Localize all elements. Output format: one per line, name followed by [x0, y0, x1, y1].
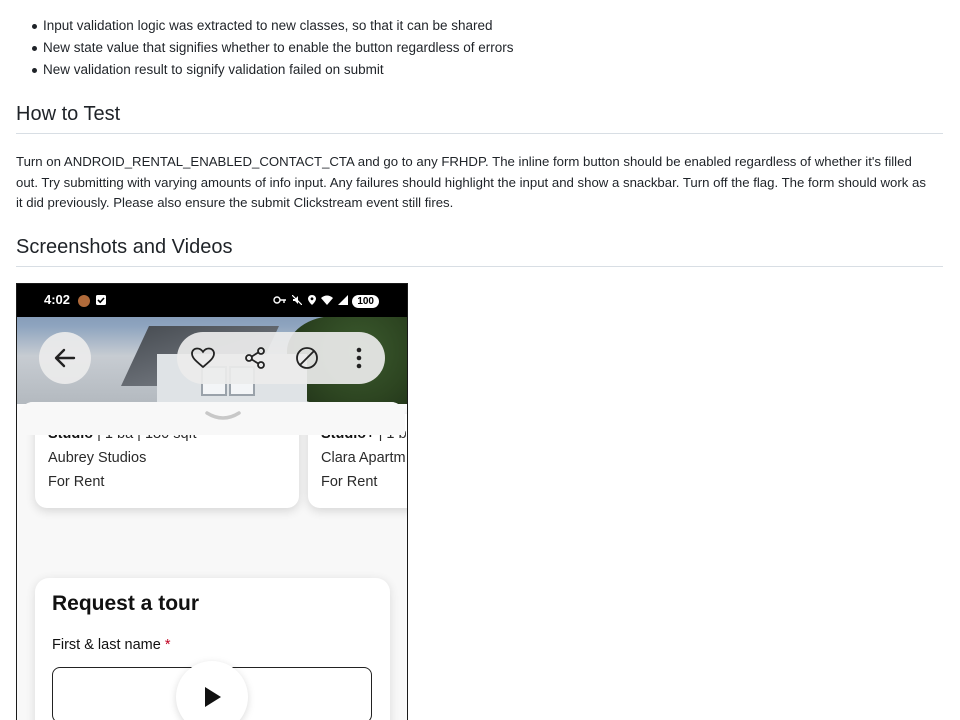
favorite-button[interactable] — [189, 344, 217, 372]
block-icon — [296, 347, 318, 369]
check-icon — [96, 295, 106, 305]
battery-level: 100 — [352, 295, 379, 308]
heart-icon — [191, 347, 215, 369]
listing-actions — [177, 332, 385, 384]
list-item: New validation result to signify validat… — [16, 59, 514, 81]
required-marker: * — [164, 637, 171, 653]
notification-icon — [78, 295, 90, 307]
key-icon — [273, 296, 286, 304]
screenshots-heading: Screenshots and Videos — [16, 236, 943, 267]
listing-name: Aubrey Studios — [48, 450, 147, 466]
signal-icon — [338, 295, 348, 305]
listing-status: For Rent — [48, 474, 105, 490]
arrow-left-icon — [54, 348, 76, 368]
how-to-test-heading: How to Test — [16, 103, 943, 134]
hide-listing-button[interactable] — [293, 344, 321, 372]
status-bar: 4:02 100 — [17, 284, 407, 317]
tour-form-title: Request a tour — [52, 592, 200, 615]
status-time: 4:02 — [44, 292, 71, 307]
change-list: Input validation logic was extracted to … — [16, 15, 514, 81]
listing-name: Clara Apartm — [321, 450, 406, 466]
location-icon — [308, 295, 316, 305]
list-item: Input validation logic was extracted to … — [16, 15, 514, 37]
phone-screenshot: 4:02 100 Studio | 1 ba | 180 sqft Aubrey… — [16, 283, 408, 720]
mute-icon — [292, 295, 302, 305]
more-button[interactable] — [345, 344, 373, 372]
list-item: New state value that signifies whether t… — [16, 37, 514, 59]
name-field-label: First & last name * — [52, 637, 171, 653]
wifi-icon — [321, 295, 333, 305]
share-icon — [245, 347, 265, 369]
sheet-handle-icon[interactable] — [205, 411, 241, 423]
listing-status: For Rent — [321, 474, 378, 490]
share-button[interactable] — [241, 344, 269, 372]
back-button[interactable] — [39, 332, 91, 384]
play-icon — [205, 687, 221, 707]
how-to-test-text: Turn on ANDROID_RENTAL_ENABLED_CONTACT_C… — [16, 154, 926, 210]
more-vertical-icon — [356, 347, 362, 369]
